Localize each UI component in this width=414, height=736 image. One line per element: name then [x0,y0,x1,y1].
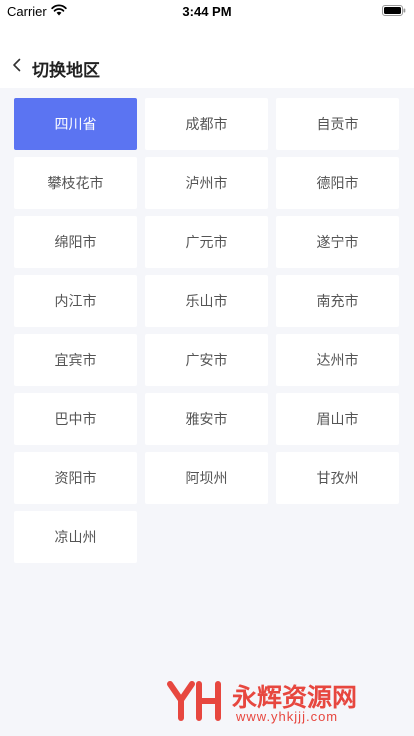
watermark: 永辉资源网 www.yhkjjj.com [166,678,388,724]
region-item[interactable]: 自贡市 [276,98,399,150]
region-item[interactable]: 资阳市 [14,452,137,504]
region-item[interactable]: 达州市 [276,334,399,386]
region-item[interactable]: 宜宾市 [14,334,137,386]
region-item[interactable]: 内江市 [14,275,137,327]
region-item[interactable]: 泸州市 [145,157,268,209]
region-item[interactable]: 眉山市 [276,393,399,445]
region-item[interactable]: 南充市 [276,275,399,327]
region-item[interactable]: 遂宁市 [276,216,399,268]
region-item[interactable]: 广元市 [145,216,268,268]
region-item[interactable]: 雅安市 [145,393,268,445]
status-time: 3:44 PM [182,4,232,19]
region-item[interactable]: 乐山市 [145,275,268,327]
watermark-url: www.yhkjjj.com [236,709,339,724]
region-item[interactable]: 阿坝州 [145,452,268,504]
nav-bar: 切换地区 [0,22,414,88]
region-item[interactable]: 德阳市 [276,157,399,209]
chevron-left-icon[interactable] [10,58,24,72]
region-item[interactable]: 广安市 [145,334,268,386]
battery-icon [382,5,406,16]
region-item[interactable]: 攀枝花市 [14,157,137,209]
region-item[interactable]: 凉山州 [14,511,137,563]
watermark-logo [167,681,221,721]
region-item[interactable]: 绵阳市 [14,216,137,268]
region-item[interactable]: 甘孜州 [276,452,399,504]
page-title: 切换地区 [32,61,100,81]
region-item[interactable]: 四川省 [14,98,137,150]
status-bar: Carrier 3:44 PM [0,0,414,22]
region-grid: 四川省 成都市 自贡市攀枝花市 泸州市 德阳市绵阳市 广元市 遂宁市内江市 乐山市 南充市宜宾市… [14,98,400,563]
region-item[interactable]: 巴中市 [14,393,137,445]
region-item[interactable]: 成都市 [145,98,268,150]
